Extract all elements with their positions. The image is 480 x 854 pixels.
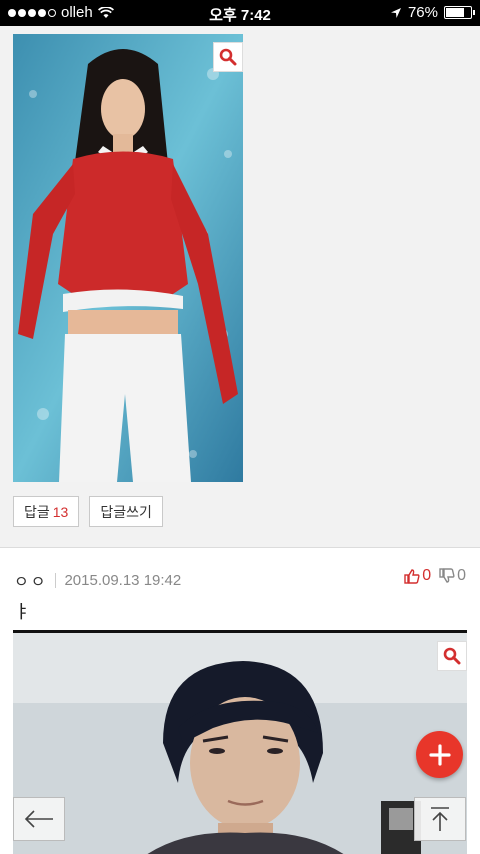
location-arrow-icon xyxy=(390,7,401,18)
battery-info: 76% xyxy=(390,4,475,21)
search-icon xyxy=(219,48,237,66)
photo-young-man xyxy=(13,633,467,854)
arrow-left-icon xyxy=(24,810,53,828)
author-name[interactable]: ㅇㅇ xyxy=(14,568,47,592)
post-image[interactable] xyxy=(13,34,243,482)
downvote-count: 0 xyxy=(457,567,466,584)
meta-divider xyxy=(55,572,57,588)
comment-text: ㅑ xyxy=(14,602,31,622)
zoom-button[interactable] xyxy=(213,42,243,72)
post-date: 2015.09.13 19:42 xyxy=(64,571,182,589)
scroll-top-button[interactable] xyxy=(414,797,466,841)
replies-button[interactable]: 답글 13 xyxy=(13,496,80,527)
photo-woman-red-sweater xyxy=(13,34,243,482)
back-button[interactable] xyxy=(13,797,65,841)
scroll-top-icon xyxy=(431,807,449,831)
plus-icon xyxy=(428,743,451,766)
post-image[interactable] xyxy=(13,630,467,854)
replies-label: 답글 xyxy=(24,503,50,520)
zoom-button[interactable] xyxy=(437,641,467,671)
downvote-button[interactable]: 0 xyxy=(439,567,466,585)
search-icon xyxy=(443,647,461,665)
replies-count: 13 xyxy=(52,503,69,520)
battery-percent: 76% xyxy=(407,4,438,21)
thumbs-down-icon xyxy=(439,568,455,583)
vote-group: 0 0 xyxy=(404,567,466,585)
add-post-button[interactable] xyxy=(416,731,463,778)
thumbs-up-icon xyxy=(404,569,420,584)
write-reply-button[interactable]: 답글쓰기 xyxy=(89,496,163,527)
battery-level xyxy=(446,8,465,17)
write-reply-label: 답글쓰기 xyxy=(100,503,152,520)
upvote-button[interactable]: 0 xyxy=(404,567,431,585)
status-bar: olleh 오후 7:42 76% xyxy=(0,0,480,26)
post-first: 답글 13 답글쓰기 xyxy=(0,26,480,547)
post-second: ㅇㅇ 2015.09.13 19:42 0 0 ㅑ xyxy=(0,548,480,854)
reply-actions: 답글 13 답글쓰기 xyxy=(13,496,163,527)
battery-icon xyxy=(444,6,475,19)
upvote-count: 0 xyxy=(422,567,432,584)
post-meta: ㅇㅇ 2015.09.13 19:42 xyxy=(14,568,181,592)
